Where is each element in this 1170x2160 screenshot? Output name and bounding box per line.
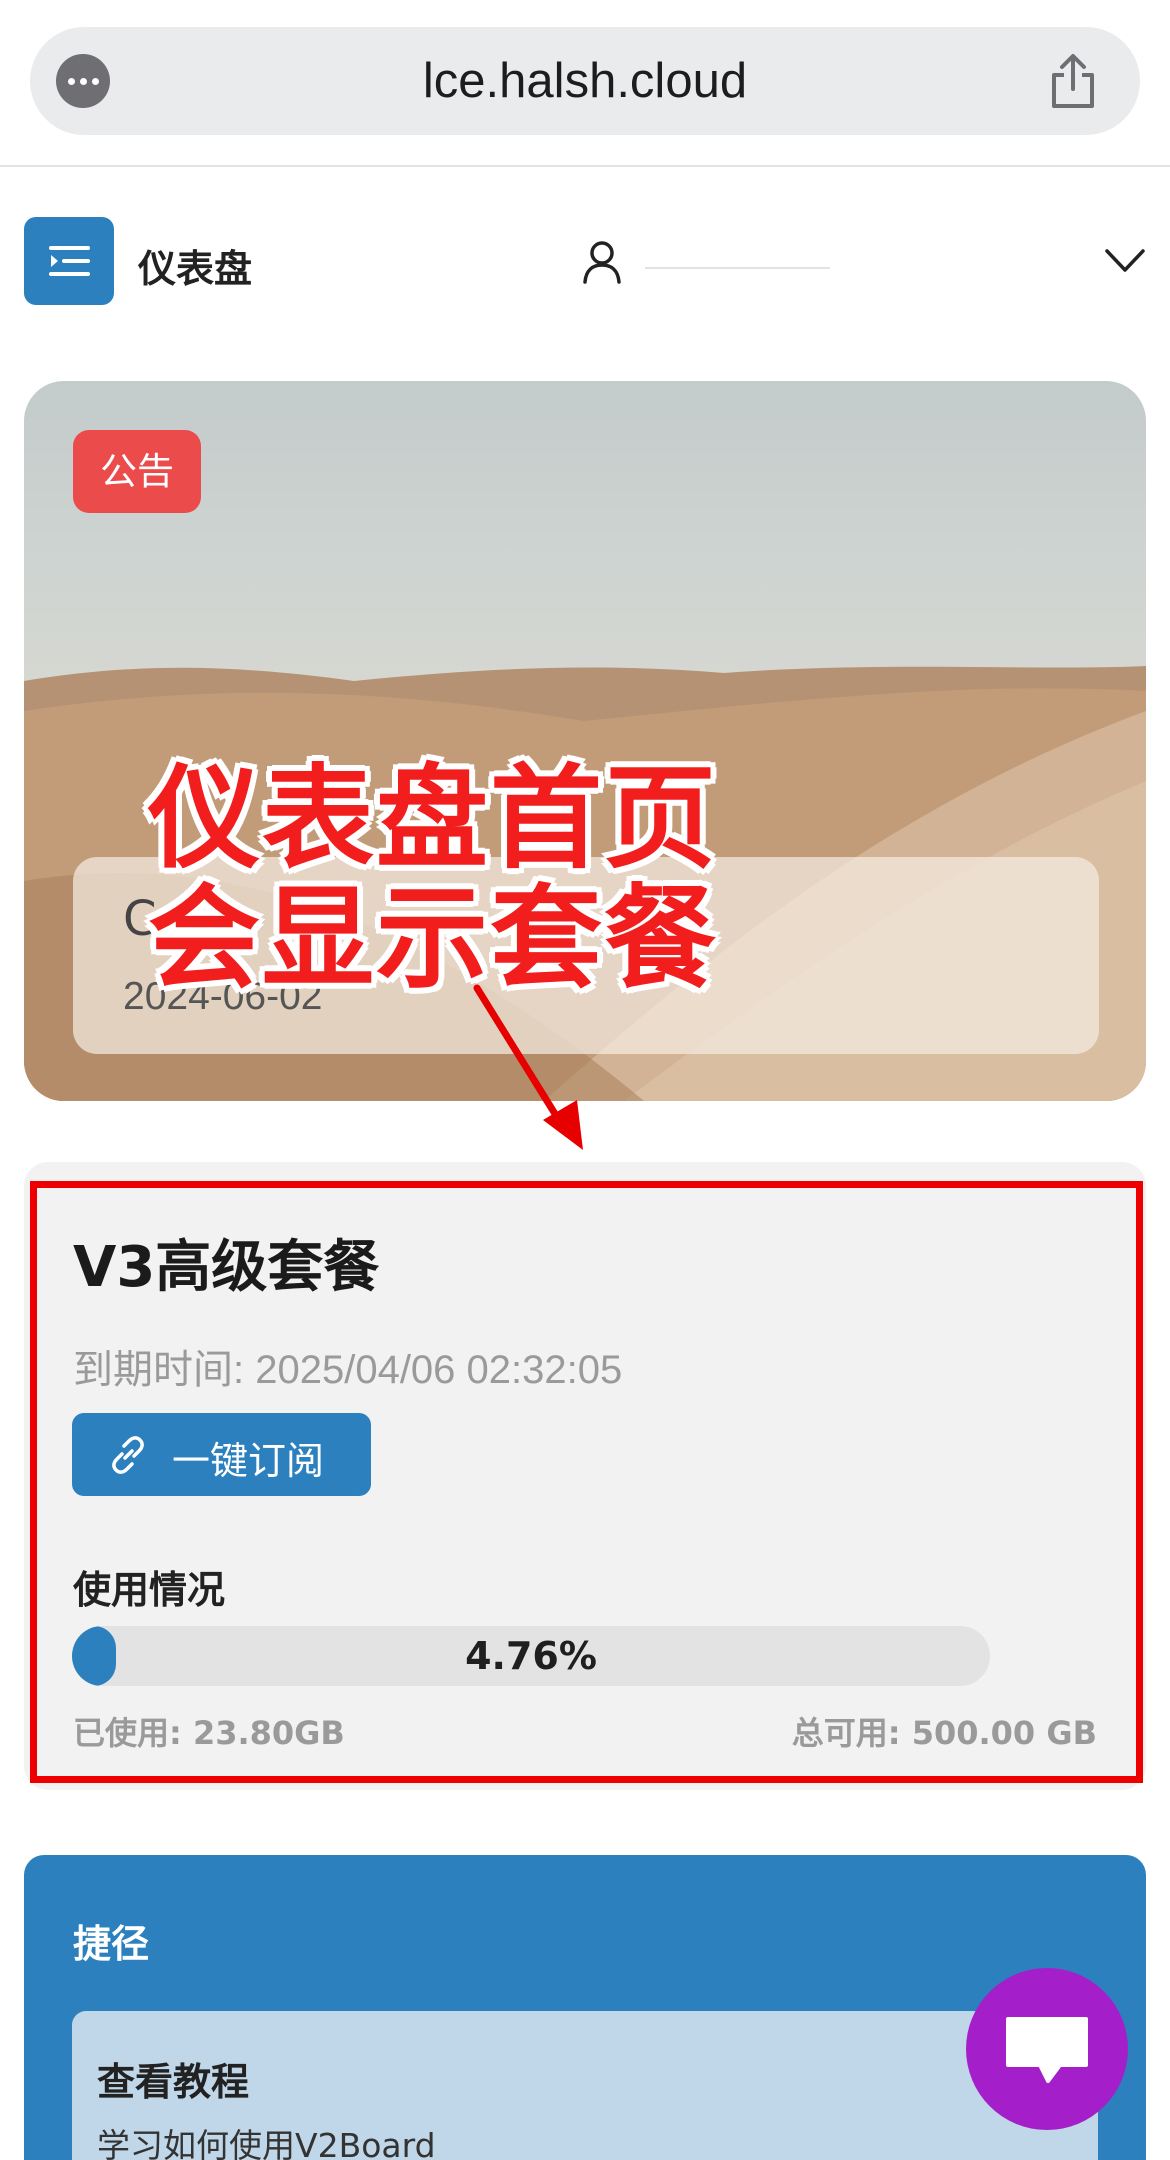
plan-expiry: 到期时间: 2025/04/06 02:32:05 [73,1348,623,1392]
shortcut-item-desc: 学习如何使用V2Board [97,2126,436,2160]
user-icon[interactable] [582,240,622,284]
browser-address-bar[interactable]: lce.halsh.cloud [30,27,1140,135]
usage-title: 使用情况 [73,1568,226,1612]
menu-collapse-icon[interactable] [24,217,114,305]
shortcut-item-tutorial[interactable]: 查看教程 学习如何使用V2Board [72,2011,1098,2160]
subscription-card: V3高级套餐 到期时间: 2025/04/06 02:32:05 一键订阅 使用… [24,1162,1146,1790]
subscribe-button-label: 一键订阅 [172,1439,325,1483]
one-click-subscribe-button[interactable]: 一键订阅 [72,1413,371,1496]
toolbar-divider [0,165,1170,167]
url-text[interactable]: lce.halsh.cloud [30,53,1140,109]
chevron-down-icon[interactable] [1104,243,1146,277]
shortcuts-title: 捷径 [73,1922,150,1966]
share-icon[interactable] [1046,53,1100,109]
notice-badge: 公告 [73,430,201,513]
page-title: 仪表盘 [138,247,253,291]
link-icon [112,1436,144,1474]
total-traffic: 总可用: 500.00 GB [791,1714,1097,1752]
chat-icon [1006,2017,1088,2083]
shortcut-item-title: 查看教程 [97,2060,250,2104]
chat-button[interactable] [966,1968,1128,2130]
usage-progress-bar: 4.76% [72,1626,990,1686]
user-name-placeholder [645,267,830,269]
plan-name: V3高级套餐 [73,1235,380,1300]
annotation-arrow-icon [473,984,583,1150]
usage-percent-label: 4.76% [465,1634,597,1678]
used-traffic: 已使用: 23.80GB [73,1714,345,1752]
